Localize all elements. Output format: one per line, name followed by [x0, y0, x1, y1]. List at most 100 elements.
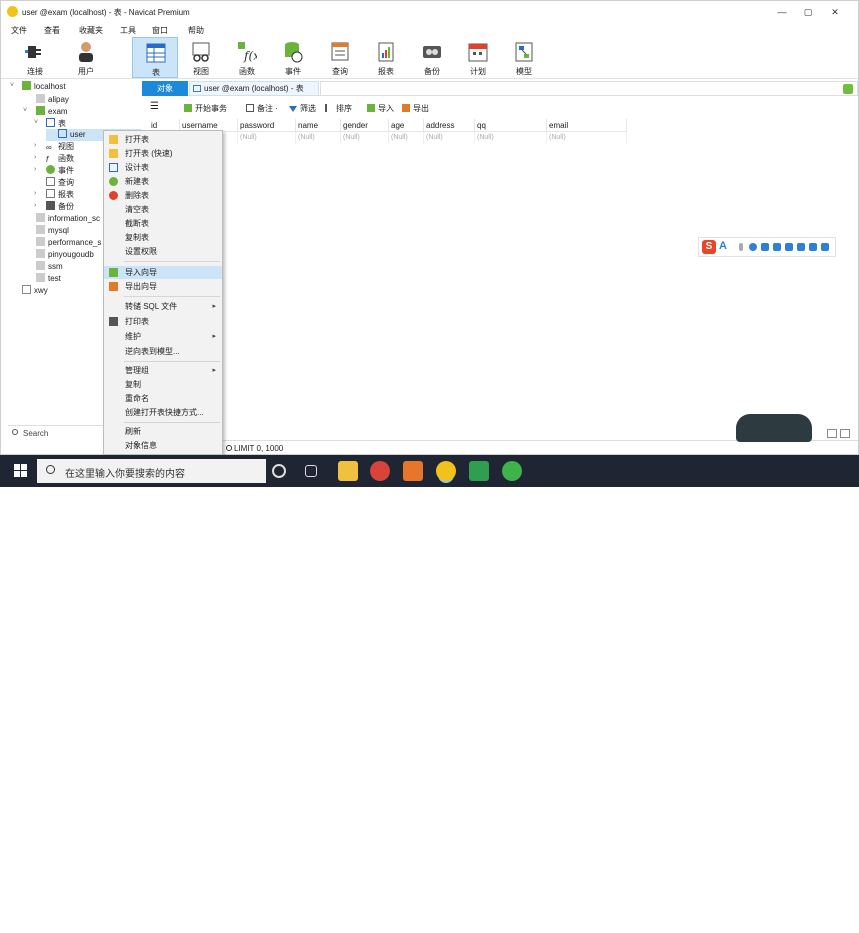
nav-queries[interactable]: 查询 — [46, 177, 74, 189]
menu-open-table[interactable]: 打开表 — [104, 133, 222, 146]
file-explorer-icon[interactable] — [338, 461, 358, 481]
chevron-right-icon[interactable]: › — [34, 202, 36, 209]
grid-cell[interactable]: (Null) — [238, 132, 296, 144]
menu-file[interactable]: 文件 — [11, 25, 27, 36]
column-header[interactable]: password — [238, 119, 296, 132]
menu-tools[interactable]: 工具 — [120, 25, 136, 36]
chevron-down-icon[interactable]: ˅ — [23, 107, 27, 114]
menu-empty-table[interactable]: 清空表 — [104, 203, 222, 216]
nav-functions[interactable]: f 函数 — [46, 153, 74, 165]
menu-print-table[interactable]: 打印表 — [104, 315, 222, 328]
sort-button[interactable]: 排序 — [325, 103, 352, 114]
table-button[interactable]: 表 — [132, 37, 178, 78]
column-header[interactable]: gender — [341, 119, 389, 132]
column-header[interactable]: address — [424, 119, 475, 132]
excel-icon[interactable] — [469, 461, 489, 481]
menu-delete-table[interactable]: 删除表 — [104, 189, 222, 202]
floating-widget[interactable] — [736, 414, 812, 442]
shirt-icon[interactable] — [809, 243, 817, 251]
taskbar-search[interactable]: 在这里输入你要搜索的内容 — [37, 459, 266, 483]
nav-db-exam[interactable]: exam — [36, 106, 68, 118]
hamburger-menu-icon[interactable]: ☰ — [150, 101, 159, 112]
menu-object-info[interactable]: 对象信息 — [104, 439, 222, 452]
menu-new-table[interactable]: 新建表 — [104, 175, 222, 188]
menu-copy-table[interactable]: 复制表 — [104, 231, 222, 244]
form-view-icon[interactable] — [840, 429, 850, 438]
grid-cell[interactable]: (Null) — [424, 132, 475, 144]
add-tab-icon[interactable] — [843, 84, 853, 94]
grid-cell[interactable]: (Null) — [341, 132, 389, 144]
grid-cell[interactable]: (Null) — [547, 132, 627, 144]
menu-window[interactable]: 窗口 — [152, 25, 168, 36]
nav-db-mysql[interactable]: mysql — [36, 225, 69, 237]
nav-db-pinyougoudb[interactable]: pinyougoudb — [36, 249, 94, 261]
keyboard-icon[interactable] — [773, 243, 781, 251]
menu-truncate-table[interactable]: 截断表 — [104, 217, 222, 230]
cortana-icon[interactable] — [272, 464, 286, 478]
event-button[interactable]: 事件 — [270, 37, 316, 78]
menu-copy[interactable]: 复制 — [104, 378, 222, 391]
menu-export-wizard[interactable]: 导出向导 — [104, 280, 222, 293]
task-view-icon[interactable] — [305, 465, 317, 477]
filter-button[interactable]: 筛选 — [289, 103, 316, 114]
column-header[interactable]: age — [389, 119, 424, 132]
export-button[interactable]: 导出 — [402, 103, 429, 114]
tab-objects[interactable]: 对象 — [142, 81, 188, 96]
menu-rename[interactable]: 重命名 — [104, 392, 222, 405]
nav-backups[interactable]: 备份 — [46, 201, 74, 213]
skin-icon[interactable] — [797, 243, 805, 251]
grid-cell[interactable]: (Null) — [475, 132, 547, 144]
chevron-right-icon[interactable]: › — [34, 166, 36, 173]
wechat-icon[interactable] — [502, 461, 522, 481]
menu-dump-sql[interactable]: 转储 SQL 文件 ▸ — [104, 300, 222, 313]
tab-user-table[interactable]: user @exam (localhost) - 表 — [189, 81, 319, 96]
user-button[interactable]: 用户 — [63, 37, 109, 78]
backup-button[interactable]: 备份 — [409, 37, 455, 78]
view-button[interactable]: 视图 — [178, 37, 224, 78]
begin-transaction-button[interactable]: 开始事务 — [184, 103, 227, 114]
grid-cell[interactable]: (Null) — [296, 132, 341, 144]
menu-help[interactable]: 帮助 — [188, 25, 204, 36]
column-header[interactable]: qq — [475, 119, 547, 132]
grid-cell[interactable]: (Null) — [389, 132, 424, 144]
store-icon[interactable] — [403, 461, 423, 481]
nav-connection-localhost[interactable]: localhost — [22, 81, 66, 93]
symbol-icon[interactable] — [785, 243, 793, 251]
connect-button[interactable]: 连接 — [12, 37, 58, 78]
microphone-icon[interactable] — [761, 243, 769, 251]
chevron-right-icon[interactable]: › — [34, 142, 36, 149]
ime-letter[interactable]: A — [719, 240, 727, 252]
navicat-taskbar-icon[interactable] — [436, 461, 456, 481]
menu-maintain[interactable]: 维护 ▸ — [104, 330, 222, 343]
function-button[interactable]: f(x) 函数 — [224, 37, 270, 78]
search-input[interactable]: Search — [23, 429, 48, 438]
close-button[interactable]: ✕ — [825, 5, 845, 19]
grid-view-icon[interactable] — [827, 429, 837, 438]
chevron-down-icon[interactable]: ˅ — [10, 82, 14, 89]
minimize-button[interactable]: — — [772, 5, 792, 19]
menu-import-wizard[interactable]: 导入向导 — [104, 266, 222, 279]
report-button[interactable]: 报表 — [363, 37, 409, 78]
maximize-button[interactable]: ▢ — [798, 5, 818, 19]
nav-db-ssm[interactable]: ssm — [36, 261, 63, 273]
nav-events[interactable]: 事件 — [46, 165, 74, 177]
note-button[interactable]: 备注 · — [246, 103, 278, 114]
toolbox-icon[interactable] — [821, 243, 829, 251]
column-header[interactable]: name — [296, 119, 341, 132]
menu-view[interactable]: 查看 — [44, 25, 60, 36]
menu-design-table[interactable]: 设计表 — [104, 161, 222, 174]
taskbar-search-input[interactable]: 在这里输入你要搜索的内容 — [65, 465, 185, 480]
menu-refresh[interactable]: 刷新 — [104, 425, 222, 438]
chrome-icon[interactable] — [370, 461, 390, 481]
model-button[interactable]: 模型 — [501, 37, 547, 78]
query-button[interactable]: 查询 — [317, 37, 363, 78]
column-header[interactable]: email — [547, 119, 627, 132]
menu-favorites[interactable]: 收藏夹 — [79, 25, 103, 36]
windows-start-icon[interactable] — [14, 464, 28, 478]
nav-connection-xwy[interactable]: xwy — [22, 285, 48, 297]
nav-db-test[interactable]: test — [36, 273, 61, 285]
schedule-button[interactable]: 计划 — [455, 37, 501, 78]
chevron-down-icon[interactable]: ˅ — [34, 119, 38, 126]
nav-db-alipay[interactable]: alipay — [36, 94, 69, 106]
chevron-right-icon[interactable]: › — [34, 154, 36, 161]
